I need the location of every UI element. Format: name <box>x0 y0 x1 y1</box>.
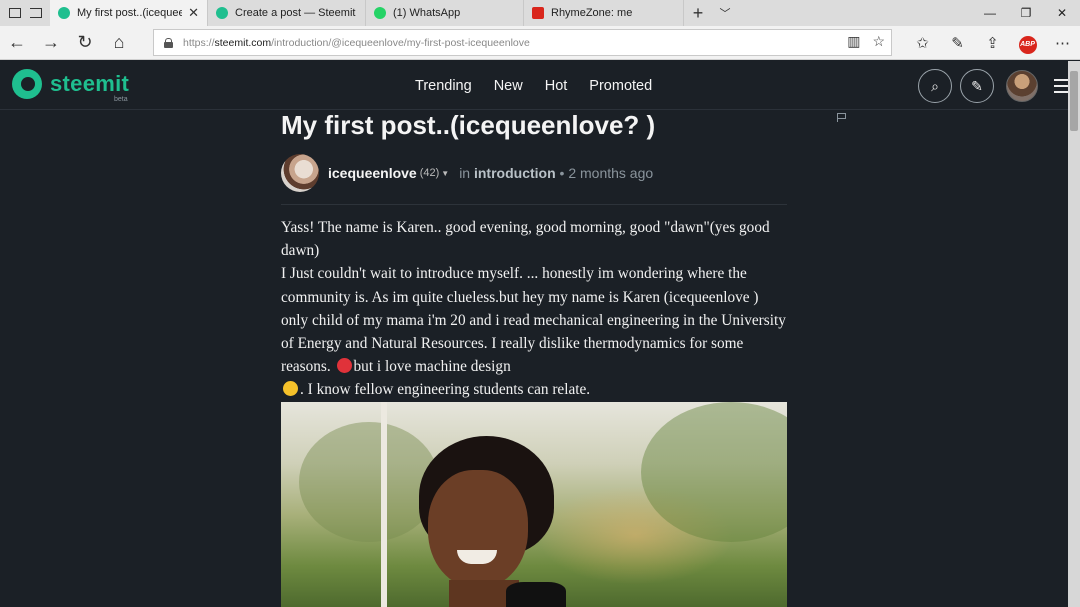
tab-title: My first post..(icequeenl <box>77 7 183 19</box>
submit-story-button[interactable]: ✎ <box>960 69 994 103</box>
steemit-favicon-icon <box>216 7 228 19</box>
restore-icon[interactable]: ❐ <box>1008 0 1044 26</box>
browser-address-bar: ← → ↻ ⌂ https://steemit.com/introduction… <box>0 26 1080 60</box>
post-time: 2 months ago <box>568 165 654 181</box>
category-link[interactable]: introduction <box>474 165 556 181</box>
main-nav: Trending New Hot Promoted <box>415 78 652 94</box>
photo-tree <box>641 402 787 542</box>
favorites-hub-icon[interactable]: ✩ <box>905 34 940 52</box>
post-meta: in introduction • 2 months ago <box>459 165 653 181</box>
meta-separator: • <box>559 165 565 181</box>
author-dropdown-caret-icon[interactable]: ▼ <box>441 169 449 178</box>
share-icon[interactable]: ⇪ <box>975 34 1010 52</box>
browser-toolbar-right: ✩ ✎ ⇪ ABP ⋯ <box>905 26 1080 60</box>
web-note-pen-icon[interactable]: ✎ <box>940 34 975 52</box>
devil-emoji-icon <box>336 358 352 374</box>
tab-title: (1) WhatsApp <box>393 7 461 19</box>
in-label: in <box>459 165 471 181</box>
logo-text: steemit <box>50 71 130 96</box>
photo-face <box>428 470 528 588</box>
search-button[interactable]: ⌕ <box>918 69 952 103</box>
back-arrow-icon[interactable]: ← <box>0 26 34 60</box>
browser-tab-create-post[interactable]: Create a post — Steemit <box>208 0 366 26</box>
post-body: Yass! The name is Karen.. good evening, … <box>281 216 787 402</box>
post-photo <box>281 402 787 607</box>
photo-tree <box>299 422 439 542</box>
url-domain: steemit.com <box>214 36 272 49</box>
set-tabs-aside-icon[interactable] <box>29 8 42 18</box>
flag-icon[interactable] <box>837 113 846 122</box>
reading-view-icon[interactable]: ▥ <box>847 33 860 50</box>
browser-tab-rhymezone[interactable]: RhymeZone: me <box>524 0 684 26</box>
search-icon: ⌕ <box>931 77 939 94</box>
post-text: but i love machine design <box>353 358 511 376</box>
system-buttons <box>0 0 50 26</box>
steemit-favicon-icon <box>58 7 70 19</box>
header-actions: ⌕ ✎ <box>918 69 1072 103</box>
steemit-logo[interactable]: steemit beta <box>12 69 130 103</box>
nav-promoted[interactable]: Promoted <box>589 78 652 94</box>
more-options-icon[interactable]: ⋯ <box>1045 34 1080 52</box>
tab-preview-icon[interactable] <box>8 8 21 18</box>
new-tab-icon[interactable]: + <box>684 0 712 26</box>
favorite-star-icon[interactable]: ☆ <box>872 33 885 50</box>
nav-hot[interactable]: Hot <box>545 78 568 94</box>
home-icon[interactable]: ⌂ <box>102 26 136 60</box>
author-avatar[interactable] <box>281 154 319 192</box>
browser-tab-strip: My first post..(icequeenl ✕ Create a pos… <box>0 0 1080 26</box>
adblock-plus-button[interactable]: ABP <box>1010 33 1045 54</box>
post-author-row: icequeenlove (42) ▼ in introduction • 2 … <box>281 154 653 192</box>
tab-title: RhymeZone: me <box>551 7 633 19</box>
steemit-logo-icon <box>12 69 42 99</box>
post-paragraph: I Just couldn't wait to introduce myself… <box>281 262 787 401</box>
nav-new[interactable]: New <box>494 78 523 94</box>
page-scrollbar[interactable] <box>1068 61 1080 607</box>
tab-title: Create a post — Steemit <box>235 7 356 19</box>
url-input[interactable]: https://steemit.com/introduction/@iceque… <box>153 29 892 56</box>
browser-tab-whatsapp[interactable]: (1) WhatsApp <box>366 0 524 26</box>
scrollbar-thumb[interactable] <box>1070 71 1078 131</box>
photo-shirt <box>506 582 566 607</box>
author-reputation: (42) <box>419 167 440 179</box>
forward-arrow-icon[interactable]: → <box>34 26 68 60</box>
site-header: steemit beta Trending New Hot Promoted ⌕… <box>0 61 1072 110</box>
post-title: My first post..(icequeenlove? ) <box>281 110 656 140</box>
tab-list-chevron-down-icon[interactable]: ﹀ <box>712 0 738 26</box>
adblock-plus-icon: ABP <box>1018 35 1037 54</box>
beta-label: beta <box>114 96 128 103</box>
tired-face-emoji-icon <box>283 381 298 397</box>
user-avatar[interactable] <box>1006 70 1038 102</box>
rhymezone-favicon-icon <box>532 7 544 19</box>
divider <box>281 204 787 205</box>
pencil-icon: ✎ <box>971 77 983 94</box>
close-window-icon[interactable]: ✕ <box>1044 0 1080 26</box>
browser-tab-my-first-post[interactable]: My first post..(icequeenl ✕ <box>50 0 208 26</box>
url-path: /introduction/@icequeenlove/my-first-pos… <box>271 36 530 49</box>
post-text: . I know fellow engineering students can… <box>300 381 591 399</box>
nav-trending[interactable]: Trending <box>415 78 472 94</box>
author-name[interactable]: icequeenlove <box>328 165 417 181</box>
refresh-icon[interactable]: ↻ <box>68 26 102 60</box>
url-prefix: https:// <box>183 36 215 49</box>
photo-pole <box>381 402 387 607</box>
window-controls: — ❐ ✕ <box>972 0 1080 26</box>
minimize-icon[interactable]: — <box>972 0 1008 26</box>
post-paragraph: Yass! The name is Karen.. good evening, … <box>281 219 770 260</box>
close-tab-icon[interactable]: ✕ <box>188 5 199 21</box>
lock-icon <box>164 37 173 48</box>
whatsapp-favicon-icon <box>374 7 386 19</box>
